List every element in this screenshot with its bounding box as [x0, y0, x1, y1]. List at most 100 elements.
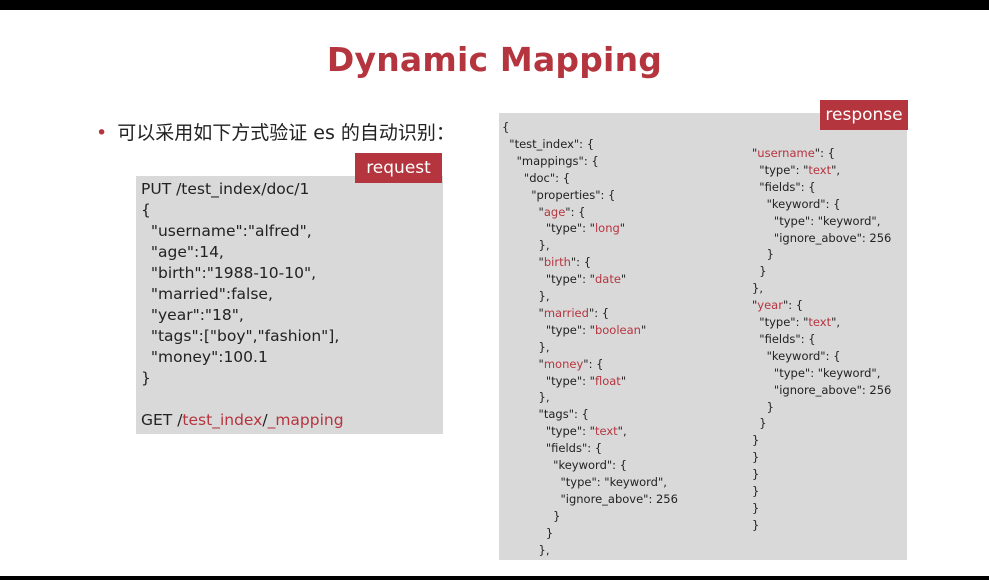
response-code-line: "fields": {	[752, 332, 815, 346]
json-text: "keyword": {	[752, 196, 841, 211]
json-highlight: long	[594, 221, 620, 236]
response-code-line: }	[752, 501, 759, 515]
response-code-line: "ignore_above": 256	[752, 231, 891, 245]
json-text: "type": "	[752, 315, 809, 329]
response-code-line: "type": "text",	[752, 163, 840, 177]
bullet-marker: •	[96, 122, 108, 144]
response-code-line: "tags": {	[502, 407, 589, 421]
json-text: },	[502, 289, 550, 303]
json-text: "type": "keyword",	[752, 213, 881, 228]
json-text: "type": "	[502, 373, 595, 388]
json-text: "ignore_above": 256	[502, 491, 678, 506]
json-text: }	[752, 433, 760, 448]
json-text: },	[502, 390, 550, 405]
json-text: ": {	[782, 298, 804, 313]
json-text: },	[502, 339, 550, 354]
response-label: response	[820, 100, 908, 130]
json-highlight: age	[543, 204, 566, 219]
request-line: {	[141, 201, 151, 219]
response-code-line: "type": "keyword",	[502, 474, 667, 489]
get-mapping-line: GET /test_index/_mapping	[141, 411, 344, 429]
json-highlight: username	[757, 146, 815, 160]
response-code-line: "fields": {	[502, 441, 602, 455]
json-highlight: boolean	[594, 322, 641, 337]
response-code-line: },	[502, 289, 550, 303]
json-text: "ignore_above": 256	[752, 382, 892, 397]
response-code-line: "ignore_above": 256	[502, 491, 678, 506]
json-text: }	[752, 500, 760, 515]
request-line: "username":"alfred",	[141, 222, 312, 240]
json-text: "fields": {	[502, 441, 603, 456]
json-text: "type": "	[502, 322, 595, 337]
json-text: "keyword": {	[752, 348, 841, 363]
response-code-line: "type": "text",	[502, 424, 627, 438]
json-text: "type": "	[752, 162, 809, 177]
request-line: PUT /test_index/doc/1	[141, 180, 310, 198]
json-text: "type": "keyword",	[502, 474, 667, 489]
response-code-line: "age": {	[502, 204, 586, 219]
response-code-line: }	[502, 508, 561, 523]
json-text: "properties": {	[502, 187, 616, 202]
json-text: "mappings": {	[502, 153, 599, 168]
response-code-line: },	[502, 238, 550, 252]
json-text: ": {	[814, 146, 835, 160]
response-code-line: "properties": {	[502, 188, 615, 202]
json-highlight: text	[594, 424, 618, 439]
response-code-line: "money": {	[502, 356, 604, 371]
json-text: ": {	[588, 305, 610, 320]
json-text: }	[752, 484, 760, 498]
json-text: "	[502, 255, 544, 270]
json-highlight: float	[594, 373, 621, 388]
response-code-line: "doc": {	[502, 171, 570, 185]
response-code-line: "mappings": {	[502, 154, 599, 168]
json-text: "keyword": {	[502, 458, 628, 472]
json-text: "	[620, 373, 627, 388]
response-code-line: }	[752, 484, 759, 498]
json-text: }	[752, 416, 767, 431]
response-code-line: "username": {	[752, 146, 835, 160]
json-text: "type": "	[502, 424, 595, 439]
response-code-line: "type": "long"	[502, 221, 625, 235]
response-code-line: }	[752, 416, 767, 431]
response-code-line: }	[752, 433, 759, 447]
response-code-line: }	[752, 467, 759, 481]
response-code-line: "keyword": {	[502, 458, 627, 472]
json-text: }	[752, 467, 760, 482]
json-text: }	[752, 517, 760, 532]
json-text: "	[619, 221, 626, 236]
response-code-line: "married": {	[502, 305, 610, 320]
get-prefix: GET /	[141, 411, 183, 429]
bullet-point: • 可以采用如下方式验证 es 的自动识别：	[96, 118, 455, 145]
json-highlight: text	[808, 315, 832, 329]
bottom-black-bar	[0, 576, 989, 580]
json-text: "	[502, 356, 544, 371]
json-text: ": {	[565, 204, 586, 219]
slide-title: Dynamic Mapping	[326, 40, 663, 79]
json-highlight: year	[757, 298, 783, 313]
response-code-line: "test_index": {	[502, 137, 594, 151]
json-text: }	[502, 508, 561, 523]
json-text: "type": "keyword",	[752, 365, 881, 380]
response-code-line: }	[752, 518, 759, 532]
json-highlight: birth	[543, 255, 571, 270]
response-code-line: }	[752, 450, 759, 464]
response-code-line: "type": "text",	[752, 315, 840, 329]
json-text: ",	[831, 162, 841, 177]
response-code-line: }	[752, 264, 766, 278]
get-index: test_index	[182, 411, 263, 429]
response-code-line: },	[752, 281, 763, 295]
json-text: ": {	[570, 255, 592, 270]
json-text: }	[502, 525, 554, 540]
response-code-line: "type": "boolean"	[502, 323, 646, 337]
response-code-line: "type": "keyword",	[752, 214, 880, 228]
bullet-text: 可以采用如下方式验证 es 的自动识别：	[117, 122, 455, 144]
json-text: ",	[617, 424, 627, 439]
response-code-line: "fields": {	[752, 180, 815, 194]
response-code-line: },	[502, 543, 550, 557]
json-text: ": {	[583, 356, 604, 371]
response-code-line: },	[502, 390, 550, 404]
request-line: }	[141, 369, 151, 387]
json-text: "	[502, 204, 544, 219]
json-text: ",	[831, 315, 841, 329]
json-text: "	[620, 272, 627, 287]
